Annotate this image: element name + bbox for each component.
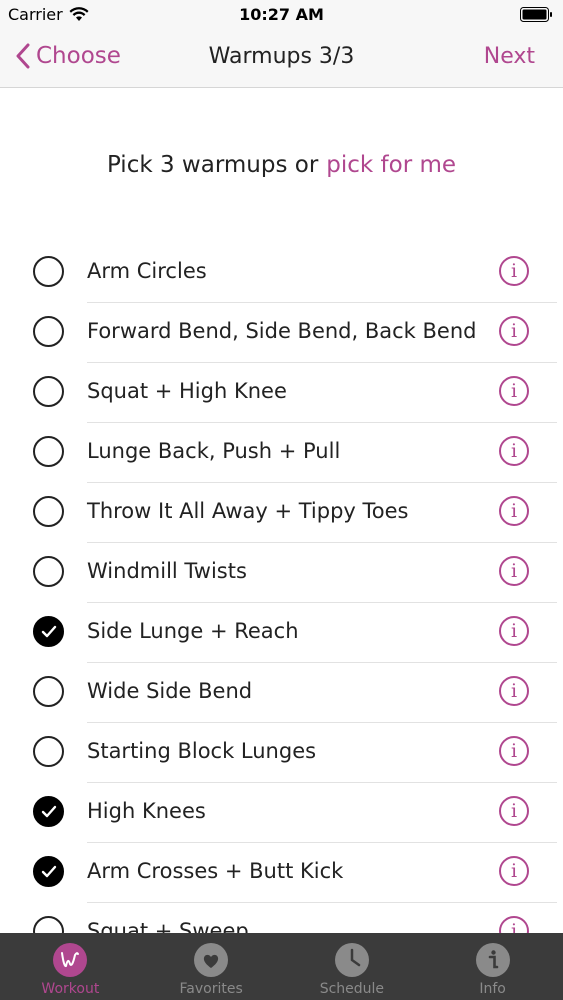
battery-icon bbox=[520, 7, 553, 26]
warmup-prompt: Pick 3 warmups or pick for me bbox=[0, 152, 563, 178]
next-button[interactable]: Next bbox=[484, 44, 535, 69]
info-icon[interactable]: i bbox=[499, 556, 529, 586]
checked-circle-icon[interactable] bbox=[33, 616, 64, 647]
status-time: 10:27 AM bbox=[239, 5, 324, 24]
checked-circle-icon[interactable] bbox=[33, 796, 64, 827]
warmup-label: Squat + High Knee bbox=[87, 379, 287, 403]
info-icon[interactable]: i bbox=[499, 436, 529, 466]
warmup-label: Arm Crosses + Butt Kick bbox=[87, 859, 344, 883]
tab-label: Schedule bbox=[319, 981, 385, 997]
info-icon[interactable]: i bbox=[499, 496, 529, 526]
warmup-row[interactable]: Squat + High Knee i bbox=[0, 363, 563, 423]
checked-circle-icon[interactable] bbox=[33, 856, 64, 887]
info-icon[interactable]: i bbox=[499, 316, 529, 346]
heart-icon bbox=[193, 942, 229, 978]
tab-favorites[interactable]: Favorites bbox=[141, 933, 282, 1000]
pick-for-me-link[interactable]: pick for me bbox=[326, 152, 456, 178]
tab-label: Workout bbox=[41, 981, 100, 997]
unchecked-circle-icon[interactable] bbox=[33, 676, 64, 707]
warmup-row[interactable]: Forward Bend, Side Bend, Back Bend i bbox=[0, 303, 563, 363]
page-title: Warmups 3/3 bbox=[208, 44, 355, 69]
tab-label: Favorites bbox=[179, 981, 243, 997]
warmup-row[interactable]: Starting Block Lunges i bbox=[0, 723, 563, 783]
info-icon[interactable]: i bbox=[499, 616, 529, 646]
info-icon[interactable]: i bbox=[499, 856, 529, 886]
unchecked-circle-icon[interactable] bbox=[33, 436, 64, 467]
warmup-label: Side Lunge + Reach bbox=[87, 619, 299, 643]
unchecked-circle-icon[interactable] bbox=[33, 316, 64, 347]
info-icon bbox=[475, 942, 511, 978]
navigation-bar: Choose Warmups 3/3 Next bbox=[0, 30, 563, 88]
warmup-label: Throw It All Away + Tippy Toes bbox=[87, 499, 409, 523]
warmup-row[interactable]: Wide Side Bend i bbox=[0, 663, 563, 723]
warmup-label: Forward Bend, Side Bend, Back Bend bbox=[87, 319, 477, 343]
warmup-label: Windmill Twists bbox=[87, 559, 247, 583]
clock-icon bbox=[334, 942, 370, 978]
unchecked-circle-icon[interactable] bbox=[33, 496, 64, 527]
info-icon[interactable]: i bbox=[499, 796, 529, 826]
warmup-list: Arm Circles i Forward Bend, Side Bend, Bac… bbox=[0, 243, 563, 963]
warmup-label: Wide Side Bend bbox=[87, 679, 253, 703]
warmup-label: Starting Block Lunges bbox=[87, 739, 317, 763]
info-icon[interactable]: i bbox=[499, 736, 529, 766]
info-icon[interactable]: i bbox=[499, 676, 529, 706]
warmup-row[interactable]: Arm Circles i bbox=[0, 243, 563, 303]
warmup-row[interactable]: Windmill Twists i bbox=[0, 543, 563, 603]
info-icon[interactable]: i bbox=[499, 376, 529, 406]
tab-info[interactable]: Info bbox=[422, 933, 563, 1000]
warmup-row[interactable]: High Knees i bbox=[0, 783, 563, 843]
unchecked-circle-icon[interactable] bbox=[33, 376, 64, 407]
workout-logo-icon bbox=[52, 942, 88, 978]
unchecked-circle-icon[interactable] bbox=[33, 556, 64, 587]
status-bar: Carrier 10:27 AM bbox=[0, 0, 563, 30]
warmup-row[interactable]: Throw It All Away + Tippy Toes i bbox=[0, 483, 563, 543]
warmup-label: High Knees bbox=[87, 799, 206, 823]
tab-workout[interactable]: Workout bbox=[0, 933, 141, 1000]
tab-label: Info bbox=[479, 981, 506, 997]
prompt-text: Pick 3 warmups or bbox=[106, 152, 319, 178]
unchecked-circle-icon[interactable] bbox=[33, 736, 64, 767]
tab-bar: Workout Favorites Schedule Info bbox=[0, 933, 563, 1000]
warmup-row[interactable]: Arm Crosses + Butt Kick i bbox=[0, 843, 563, 903]
unchecked-circle-icon[interactable] bbox=[33, 256, 64, 287]
warmup-row[interactable]: Lunge Back, Push + Pull i bbox=[0, 423, 563, 483]
tab-schedule[interactable]: Schedule bbox=[282, 933, 423, 1000]
warmup-label: Arm Circles bbox=[87, 259, 207, 283]
warmup-label: Lunge Back, Push + Pull bbox=[87, 439, 341, 463]
warmup-row[interactable]: Side Lunge + Reach i bbox=[0, 603, 563, 663]
info-icon[interactable]: i bbox=[499, 256, 529, 286]
